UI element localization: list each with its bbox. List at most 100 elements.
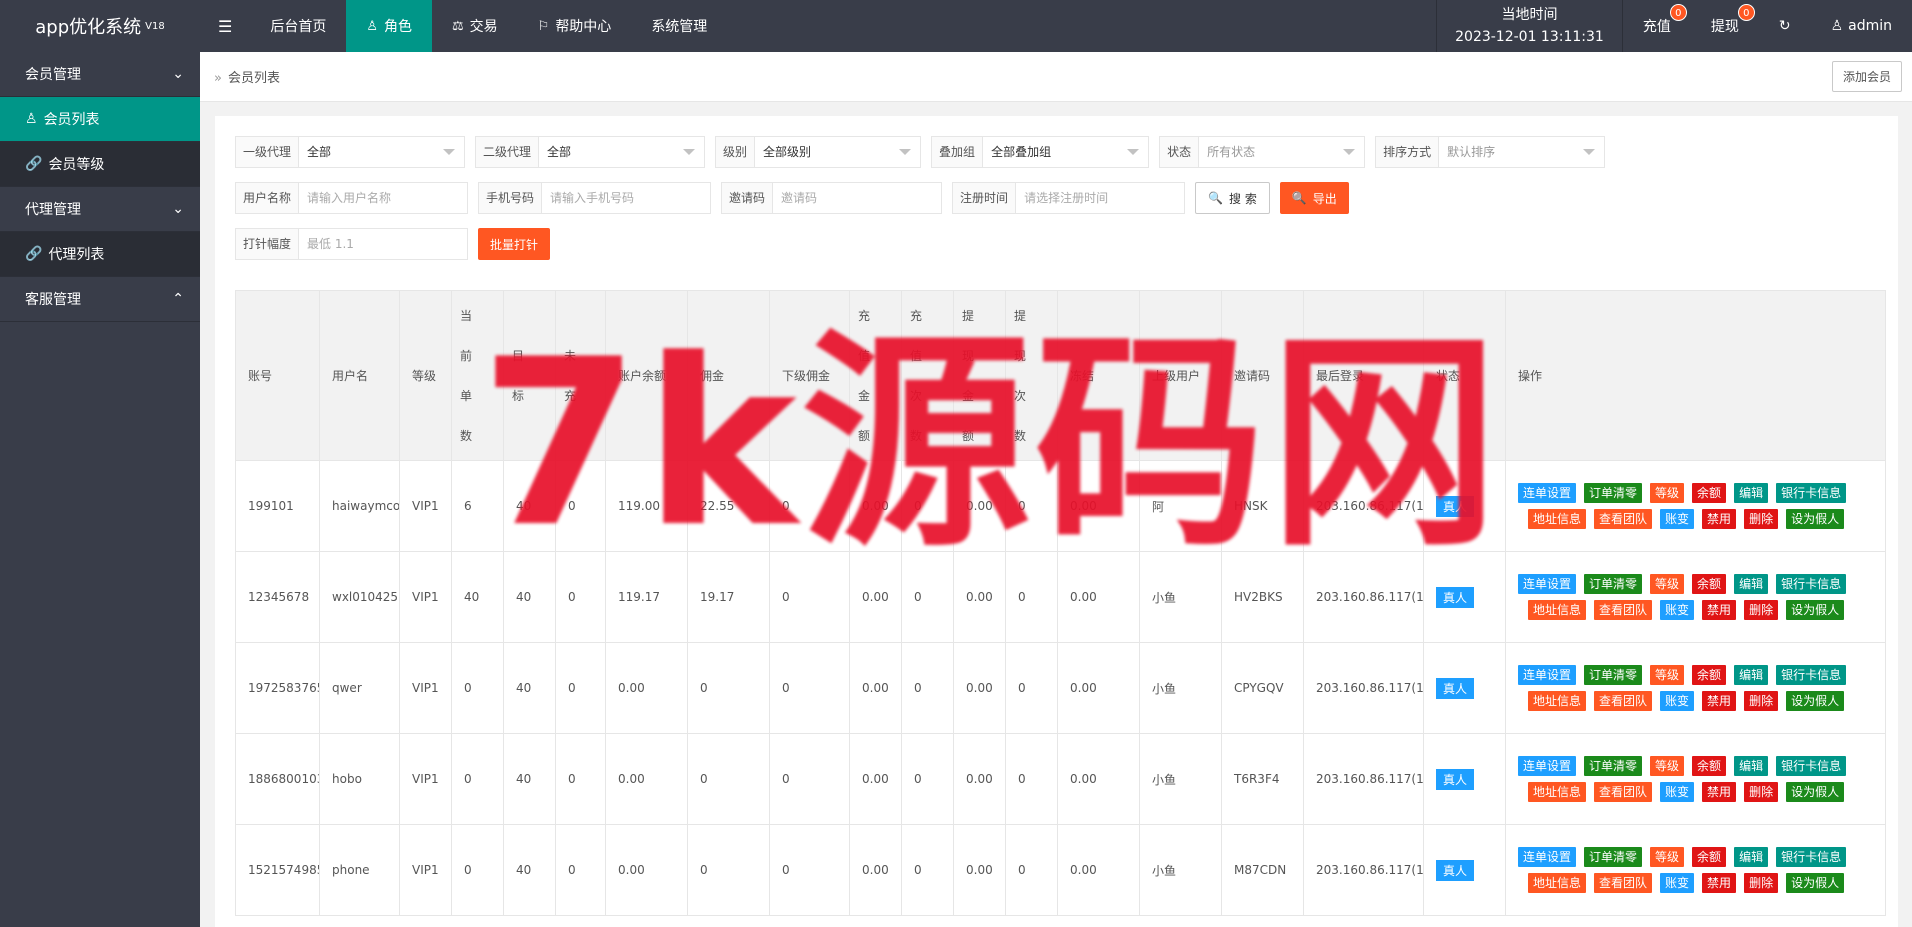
edit-button[interactable]: 编辑 bbox=[1734, 574, 1769, 594]
account-change-button[interactable]: 账变 bbox=[1660, 600, 1695, 620]
regtime-input[interactable]: 请选择注册时间 bbox=[1016, 183, 1184, 213]
chain-order-button[interactable]: 连单设置 bbox=[1518, 756, 1577, 776]
username-input[interactable]: 请输入用户名称 bbox=[299, 183, 467, 213]
account-change-button[interactable]: 账变 bbox=[1660, 782, 1695, 802]
level-filter[interactable]: 级别 全部级别 bbox=[715, 136, 922, 168]
add-member-button[interactable]: 添加会员 bbox=[1831, 61, 1902, 92]
view-team-button[interactable]: 查看团队 bbox=[1594, 600, 1653, 620]
sort-select[interactable]: 默认排序 bbox=[1439, 137, 1604, 167]
address-button[interactable]: 地址信息 bbox=[1528, 873, 1587, 893]
level-button[interactable]: 等级 bbox=[1650, 756, 1685, 776]
bank-card-button[interactable]: 银行卡信息 bbox=[1776, 483, 1847, 503]
balance-button[interactable]: 余额 bbox=[1692, 847, 1727, 867]
address-button[interactable]: 地址信息 bbox=[1528, 782, 1587, 802]
stack-select[interactable]: 全部叠加组 bbox=[983, 137, 1148, 167]
view-team-button[interactable]: 查看团队 bbox=[1594, 691, 1653, 711]
balance-button[interactable]: 余额 bbox=[1692, 483, 1727, 503]
needle-input[interactable]: 最低 1.1 bbox=[299, 229, 467, 259]
app-logo[interactable]: app优化系统 V18 bbox=[0, 0, 200, 52]
nav-trade[interactable]: ⚖ 交易 bbox=[432, 0, 518, 52]
nav-system[interactable]: 系统管理 bbox=[631, 0, 727, 52]
sidebar-group-agents[interactable]: 代理管理 ⌄ bbox=[0, 187, 200, 232]
user-menu[interactable]: ♙ admin bbox=[1811, 0, 1912, 52]
bank-card-button[interactable]: 银行卡信息 bbox=[1776, 847, 1847, 867]
disable-button[interactable]: 禁用 bbox=[1702, 691, 1737, 711]
clear-orders-button[interactable]: 订单清零 bbox=[1584, 574, 1643, 594]
sidebar-item-agent-list[interactable]: 🔗 代理列表 bbox=[0, 232, 200, 277]
view-team-button[interactable]: 查看团队 bbox=[1594, 873, 1653, 893]
edit-button[interactable]: 编辑 bbox=[1734, 847, 1769, 867]
invite-input[interactable]: 邀请码 bbox=[773, 183, 941, 213]
edit-button[interactable]: 编辑 bbox=[1734, 483, 1769, 503]
account-change-button[interactable]: 账变 bbox=[1660, 509, 1695, 529]
phone-input[interactable]: 请输入手机号码 bbox=[542, 183, 710, 213]
set-fake-button[interactable]: 设为假人 bbox=[1786, 691, 1845, 711]
clear-orders-button[interactable]: 订单清零 bbox=[1584, 847, 1643, 867]
disable-button[interactable]: 禁用 bbox=[1702, 873, 1737, 893]
delete-button[interactable]: 删除 bbox=[1744, 600, 1779, 620]
table-cell: 0.00 bbox=[1057, 824, 1140, 916]
status-filter[interactable]: 状态 所有状态 bbox=[1159, 136, 1366, 168]
nav-home[interactable]: 后台首页 bbox=[250, 0, 346, 52]
nav-help[interactable]: ⚐ 帮助中心 bbox=[518, 0, 632, 52]
agent1-select[interactable]: 全部 bbox=[299, 137, 464, 167]
edit-button[interactable]: 编辑 bbox=[1734, 756, 1769, 776]
menu-toggle-icon[interactable]: ☰ bbox=[200, 0, 250, 52]
address-button[interactable]: 地址信息 bbox=[1528, 600, 1587, 620]
delete-button[interactable]: 删除 bbox=[1744, 509, 1779, 529]
account-change-button[interactable]: 账变 bbox=[1660, 691, 1695, 711]
balance-button[interactable]: 余额 bbox=[1692, 665, 1727, 685]
disable-button[interactable]: 禁用 bbox=[1702, 782, 1737, 802]
level-button[interactable]: 等级 bbox=[1650, 574, 1685, 594]
chain-order-button[interactable]: 连单设置 bbox=[1518, 665, 1577, 685]
bank-card-button[interactable]: 银行卡信息 bbox=[1776, 665, 1847, 685]
level-button[interactable]: 等级 bbox=[1650, 847, 1685, 867]
clear-orders-button[interactable]: 订单清零 bbox=[1584, 665, 1643, 685]
export-button[interactable]: 🔍 导出 bbox=[1279, 182, 1349, 214]
sidebar-item-member-list[interactable]: ♙ 会员列表 bbox=[0, 97, 200, 142]
delete-button[interactable]: 删除 bbox=[1744, 782, 1779, 802]
set-fake-button[interactable]: 设为假人 bbox=[1786, 782, 1845, 802]
disable-button[interactable]: 禁用 bbox=[1702, 600, 1737, 620]
bank-card-button[interactable]: 银行卡信息 bbox=[1776, 756, 1847, 776]
delete-button[interactable]: 删除 bbox=[1744, 873, 1779, 893]
balance-button[interactable]: 余额 bbox=[1692, 574, 1727, 594]
status-select[interactable]: 所有状态 bbox=[1199, 137, 1364, 167]
set-fake-button[interactable]: 设为假人 bbox=[1786, 509, 1845, 529]
edit-button[interactable]: 编辑 bbox=[1734, 665, 1769, 685]
batch-needle-button[interactable]: 批量打针 bbox=[478, 228, 551, 260]
set-fake-button[interactable]: 设为假人 bbox=[1786, 873, 1845, 893]
stack-filter[interactable]: 叠加组 全部叠加组 bbox=[931, 136, 1150, 168]
balance-button[interactable]: 余额 bbox=[1692, 756, 1727, 776]
view-team-button[interactable]: 查看团队 bbox=[1594, 782, 1653, 802]
nav-roles[interactable]: ♙ 角色 bbox=[346, 0, 432, 52]
chain-order-button[interactable]: 连单设置 bbox=[1518, 574, 1577, 594]
chain-order-button[interactable]: 连单设置 bbox=[1518, 483, 1577, 503]
level-button[interactable]: 等级 bbox=[1650, 483, 1685, 503]
clear-orders-button[interactable]: 订单清零 bbox=[1584, 756, 1643, 776]
level-select[interactable]: 全部级别 bbox=[755, 137, 920, 167]
sidebar-group-members[interactable]: 会员管理 ⌄ bbox=[0, 52, 200, 97]
withdraw-button[interactable]: 提现 0 bbox=[1691, 0, 1759, 52]
recharge-button[interactable]: 充值 0 bbox=[1623, 0, 1691, 52]
agent1-filter[interactable]: 一级代理 全部 bbox=[235, 136, 466, 168]
clear-orders-button[interactable]: 订单清零 bbox=[1584, 483, 1643, 503]
chain-order-button[interactable]: 连单设置 bbox=[1518, 847, 1577, 867]
agent2-filter[interactable]: 二级代理 全部 bbox=[475, 136, 706, 168]
refresh-icon[interactable]: ↻ bbox=[1759, 0, 1811, 52]
delete-button[interactable]: 删除 bbox=[1744, 691, 1779, 711]
sidebar-group-support[interactable]: 客服管理 ⌃ bbox=[0, 277, 200, 322]
set-fake-button[interactable]: 设为假人 bbox=[1786, 600, 1845, 620]
sidebar-item-member-level[interactable]: 🔗 会员等级 bbox=[0, 142, 200, 187]
address-button[interactable]: 地址信息 bbox=[1528, 509, 1587, 529]
address-button[interactable]: 地址信息 bbox=[1528, 691, 1587, 711]
bank-card-button[interactable]: 银行卡信息 bbox=[1776, 574, 1847, 594]
sort-filter[interactable]: 排序方式 默认排序 bbox=[1375, 136, 1606, 168]
agent2-select[interactable]: 全部 bbox=[539, 137, 704, 167]
disable-button[interactable]: 禁用 bbox=[1702, 509, 1737, 529]
search-button[interactable]: 🔍 搜 索 bbox=[1195, 182, 1270, 214]
level-button[interactable]: 等级 bbox=[1650, 665, 1685, 685]
account-change-button[interactable]: 账变 bbox=[1660, 873, 1695, 893]
view-team-button[interactable]: 查看团队 bbox=[1594, 509, 1653, 529]
filter-row-2: 用户名称 请输入用户名称 手机号码 请输入手机号码 邀请码 邀请码 注册时间 请选择注册… bbox=[235, 182, 1878, 214]
